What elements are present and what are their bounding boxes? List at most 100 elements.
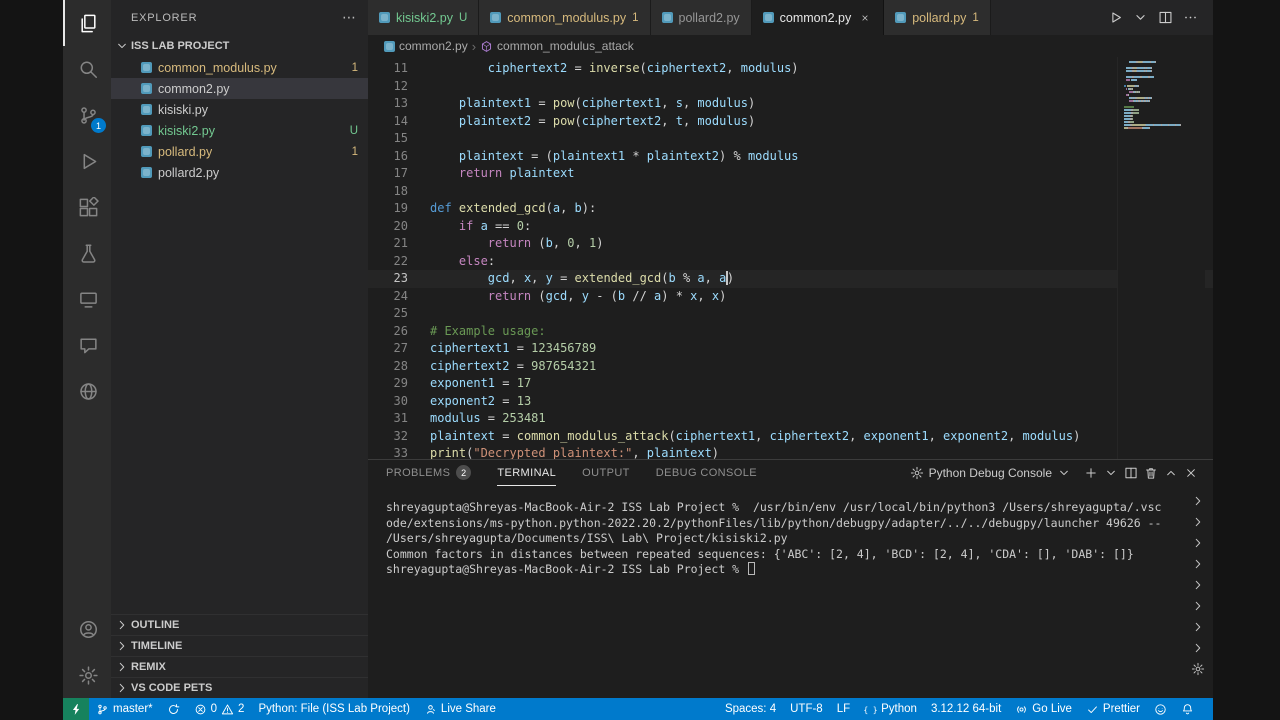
code-line[interactable]: 20 if a == 0: [368, 218, 1213, 236]
activity-comments[interactable] [63, 322, 111, 368]
status-live-share[interactable]: Live Share [417, 698, 503, 720]
line-number[interactable]: 31 [368, 410, 408, 428]
panel-tab-terminal[interactable]: TERMINAL [497, 460, 557, 486]
code-line[interactable]: 26 # Example usage: [368, 323, 1213, 341]
code-line[interactable]: 33 print("Decrypted plaintext:", plaintex… [368, 445, 1213, 459]
terminal[interactable]: shreyagupta@Shreyas-MacBook-Air-2 ISS La… [368, 486, 1183, 698]
editor-more-actions[interactable] [1180, 7, 1201, 28]
tab-pollard.py[interactable]: pollard.py 1 [884, 0, 991, 35]
status-git-branch[interactable]: master* [89, 698, 160, 720]
activity-run-debug[interactable] [63, 138, 111, 184]
section-header-project[interactable]: ISS LAB PROJECT [111, 35, 368, 57]
line-number[interactable]: 28 [368, 358, 408, 376]
code-line[interactable]: 14 plaintext2 = pow(ciphertext2, t, modu… [368, 113, 1213, 131]
terminal-instance[interactable] [1183, 637, 1213, 658]
breadcrumb-symbol[interactable]: common_modulus_attack [480, 39, 634, 53]
status-language-mode[interactable]: { } Python [857, 698, 924, 720]
terminal-instance[interactable] [1183, 616, 1213, 637]
code-line[interactable]: 28 ciphertext2 = 987654321 [368, 358, 1213, 376]
file-row[interactable]: kisiski.py [111, 99, 368, 120]
code-line[interactable]: 25 [368, 305, 1213, 323]
section-header-outline[interactable]: OUTLINE [111, 614, 368, 635]
line-number[interactable]: 13 [368, 95, 408, 113]
code-line[interactable]: 32 plaintext = common_modulus_attack(ciph… [368, 428, 1213, 446]
line-number[interactable]: 24 [368, 288, 408, 306]
section-header-vs-code-pets[interactable]: VS CODE PETS [111, 677, 368, 698]
tab-pollard2.py[interactable]: pollard2.py [650, 0, 752, 35]
split-terminal[interactable] [1121, 463, 1141, 483]
code-line[interactable]: 13 plaintext1 = pow(ciphertext1, s, modu… [368, 95, 1213, 113]
section-header-remix[interactable]: REMIX [111, 656, 368, 677]
remote-indicator[interactable] [63, 698, 89, 720]
section-header-timeline[interactable]: TIMELINE [111, 635, 368, 656]
close-icon[interactable] [857, 10, 872, 25]
code-line[interactable]: 30 exponent2 = 13 [368, 393, 1213, 411]
terminal-instance[interactable] [1183, 490, 1213, 511]
activity-account[interactable] [63, 606, 111, 652]
status-python-config[interactable]: Python: File (ISS Lab Project) [251, 698, 416, 720]
line-number[interactable]: 18 [368, 183, 408, 201]
code-line[interactable]: 11 ciphertext2 = inverse(ciphertext2, mo… [368, 60, 1213, 78]
minimap[interactable] [1117, 57, 1205, 459]
activity-remote-explorer[interactable] [63, 276, 111, 322]
code-lines[interactable]: 11 ciphertext2 = inverse(ciphertext2, mo… [368, 57, 1213, 459]
line-number[interactable]: 11 [368, 60, 408, 78]
code-line[interactable]: 15 [368, 130, 1213, 148]
line-number[interactable]: 22 [368, 253, 408, 271]
more-actions-icon[interactable]: ⋯ [342, 9, 356, 26]
file-row[interactable]: common_modulus.py 1 [111, 57, 368, 78]
status-python-interpreter[interactable]: 3.12.12 64-bit [924, 698, 1008, 720]
line-number[interactable]: 12 [368, 78, 408, 96]
panel-tab-debug-console[interactable]: DEBUG CONSOLE [656, 460, 757, 486]
activity-explorer[interactable] [63, 0, 111, 46]
file-row[interactable]: common2.py [111, 78, 368, 99]
line-number[interactable]: 20 [368, 218, 408, 236]
terminal-profile-dropdown[interactable] [1101, 463, 1121, 483]
terminal-instance[interactable] [1183, 553, 1213, 574]
status-encoding[interactable]: UTF-8 [783, 698, 830, 720]
terminal-instance[interactable] [1183, 595, 1213, 616]
status-feedback[interactable] [1147, 698, 1174, 720]
code-line[interactable]: 17 return plaintext [368, 165, 1213, 183]
status-go-live[interactable]: Go Live [1008, 698, 1079, 720]
status-indentation[interactable]: Spaces: 4 [718, 698, 783, 720]
file-row[interactable]: pollard2.py [111, 162, 368, 183]
status-eol[interactable]: LF [830, 698, 857, 720]
code-line[interactable]: 24 return (gcd, y - (b // a) * x, x) [368, 288, 1213, 306]
line-number[interactable]: 33 [368, 445, 408, 459]
panel-tab-output[interactable]: OUTPUT [582, 460, 630, 486]
line-number[interactable]: 19 [368, 200, 408, 218]
line-number[interactable]: 16 [368, 148, 408, 166]
status-notifications[interactable] [1174, 698, 1201, 720]
code-line[interactable]: 22 else: [368, 253, 1213, 271]
maximize-panel[interactable] [1161, 463, 1181, 483]
file-row[interactable]: pollard.py 1 [111, 141, 368, 162]
code-line[interactable]: 19 def extended_gcd(a, b): [368, 200, 1213, 218]
code-line[interactable]: 31 modulus = 253481 [368, 410, 1213, 428]
problems-summary[interactable]: 02 [187, 698, 252, 720]
code-editor[interactable]: 11 ciphertext2 = inverse(ciphertext2, mo… [368, 57, 1213, 459]
code-line[interactable]: 23 gcd, x, y = extended_gcd(b % a, a) [368, 270, 1213, 288]
panel-tab-problems[interactable]: PROBLEMS 2 [386, 460, 472, 486]
close-panel[interactable] [1181, 463, 1201, 483]
tab-kisiski2.py[interactable]: kisiski2.py U [368, 0, 480, 35]
terminal-settings[interactable] [1183, 658, 1213, 679]
activity-browser-preview[interactable] [63, 368, 111, 414]
line-number[interactable]: 29 [368, 375, 408, 393]
terminal-instance[interactable] [1183, 574, 1213, 595]
kill-terminal[interactable] [1141, 463, 1161, 483]
code-line[interactable]: 12 [368, 78, 1213, 96]
new-terminal[interactable] [1081, 463, 1101, 483]
editor-scrollbar[interactable] [1205, 57, 1213, 459]
code-line[interactable]: 27 ciphertext1 = 123456789 [368, 340, 1213, 358]
status-sync-changes[interactable] [160, 698, 187, 720]
code-line[interactable]: 16 plaintext = (plaintext1 * plaintext2)… [368, 148, 1213, 166]
line-number[interactable]: 32 [368, 428, 408, 446]
terminal-instance[interactable] [1183, 532, 1213, 553]
activity-source-control[interactable]: 1 [63, 92, 111, 138]
code-line[interactable]: 18 [368, 183, 1213, 201]
code-line[interactable]: 21 return (b, 0, 1) [368, 235, 1213, 253]
line-number[interactable]: 26 [368, 323, 408, 341]
file-row[interactable]: kisiski2.py U [111, 120, 368, 141]
line-number[interactable]: 30 [368, 393, 408, 411]
